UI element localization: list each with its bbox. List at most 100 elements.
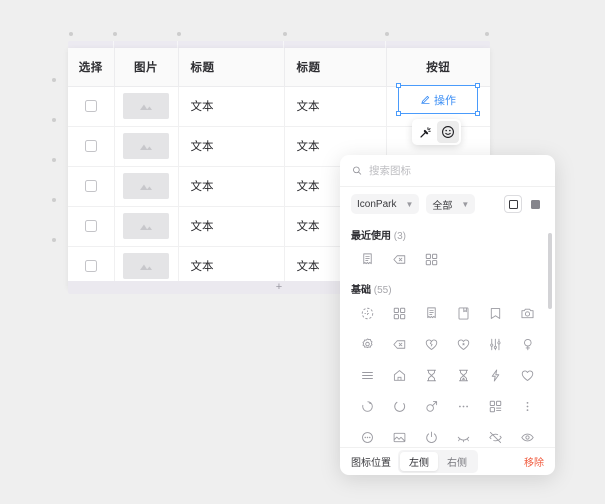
resize-handle-top-left[interactable] [396,83,401,88]
row-select-cell[interactable] [68,246,115,286]
search-icon [353,166,362,175]
column-header-title-2[interactable]: 标题 [284,48,387,87]
sliders-icon[interactable] [480,329,512,360]
document-icon[interactable] [415,298,447,329]
row-image-cell[interactable] [114,246,179,286]
ellipsis-icon[interactable] [448,391,480,422]
row-title-1[interactable]: 文本 [178,206,285,247]
canvas: 选择 图片 标题 标题 按钮 文本 文本 文本 文本 文本 文本 文本 文本 文… [0,0,605,504]
grid-icon[interactable] [383,298,415,329]
row-title-1[interactable]: 文本 [178,166,285,207]
resize-dot[interactable] [385,32,389,36]
resize-dot[interactable] [52,158,56,162]
basic-icons-grid [351,298,544,447]
icon-grid-scroll-area[interactable]: 最近使用 (3) 基础 (55) [340,221,555,447]
row-image-cell[interactable] [114,126,179,167]
row-checkbox[interactable] [84,179,97,192]
menu-icon[interactable] [351,360,383,391]
resize-handle-bottom-right[interactable] [475,111,480,116]
eye-closed-icon[interactable] [448,422,480,447]
document-icon[interactable] [351,244,383,275]
heart-star-icon[interactable] [448,329,480,360]
broken-heart-icon[interactable] [415,329,447,360]
column-header-title-1[interactable]: 标题 [178,48,285,87]
group-count: (3) [393,231,407,242]
lightning-icon[interactable] [480,360,512,391]
loading-arc-icon[interactable] [383,391,415,422]
resize-dot[interactable] [113,32,117,36]
icon-category-value: 全部 [432,200,453,212]
row-checkbox[interactable] [84,260,97,273]
resize-dot[interactable] [177,32,181,36]
plus-icon: + [275,281,283,293]
row-checkbox[interactable] [84,99,97,112]
resize-dot[interactable] [52,118,56,122]
row-title-1[interactable]: 文本 [178,86,285,127]
filled-style-toggle[interactable] [526,195,544,213]
group-title-text: 基础 [351,285,371,296]
row-select-cell[interactable] [68,166,115,207]
row-select-cell[interactable] [68,86,115,127]
position-left-option[interactable]: 左侧 [400,452,438,471]
row-title-1[interactable]: 文本 [178,126,285,167]
column-header-button[interactable]: 按钮 [386,48,490,87]
more-vertical-icon[interactable] [512,391,544,422]
book-icon[interactable] [448,298,480,329]
row-title-2[interactable]: 文本 [284,86,387,127]
magic-wand-icon[interactable] [414,121,436,143]
grid-icon[interactable] [415,244,447,275]
action-button-label: 操作 [434,94,456,107]
resize-dot[interactable] [52,238,56,242]
resize-dot[interactable] [52,78,56,82]
square-filled-icon [530,199,540,209]
scrollbar-thumb[interactable] [548,233,552,309]
position-right-option[interactable]: 右侧 [438,452,476,471]
hourglass-icon[interactable] [415,360,447,391]
resize-dot[interactable] [52,198,56,202]
row-checkbox[interactable] [84,139,97,152]
resize-dot[interactable] [485,32,489,36]
row-image-cell[interactable] [114,86,179,127]
eye-icon[interactable] [512,422,544,447]
column-header-image[interactable]: 图片 [114,48,179,87]
search-female-icon[interactable] [512,329,544,360]
icon-search-input[interactable] [369,164,543,177]
icon-category-select[interactable]: 全部 ▼ [426,194,476,214]
row-select-cell[interactable] [68,126,115,167]
remove-icon-button[interactable]: 移除 [524,454,544,469]
bookmark-icon[interactable] [480,298,512,329]
emoji-icon[interactable] [437,121,459,143]
icon-picker-footer: 图标位置 左侧 右侧 移除 [340,447,555,475]
row-checkbox[interactable] [84,219,97,232]
heart-icon[interactable] [512,360,544,391]
resize-dot[interactable] [283,32,287,36]
loading-icon[interactable] [351,391,383,422]
chat-bubble-icon[interactable] [351,422,383,447]
row-title-1[interactable]: 文本 [178,246,285,286]
backspace-icon[interactable] [383,244,415,275]
hourglass-end-icon[interactable] [448,360,480,391]
eye-off-icon[interactable] [480,422,512,447]
resize-dot[interactable] [69,32,73,36]
male-icon[interactable] [415,391,447,422]
backspace-icon[interactable] [383,329,415,360]
icon-library-select[interactable]: IconPark ▼ [351,194,420,214]
resize-handle-bottom-left[interactable] [396,111,401,116]
selected-action-button[interactable]: 操作 [396,83,480,116]
outline-style-toggle[interactable] [504,195,522,213]
group-title-recent: 最近使用 (3) [351,227,544,242]
qr-code-icon[interactable] [480,391,512,422]
home-icon[interactable] [383,360,415,391]
resize-handle-top-right[interactable] [475,83,480,88]
power-icon[interactable] [415,422,447,447]
recent-icons-grid [351,244,544,275]
row-select-cell[interactable] [68,206,115,247]
dashed-circle-icon[interactable] [351,298,383,329]
column-header-select[interactable]: 选择 [68,48,115,87]
image-icon[interactable] [383,422,415,447]
row-image-cell[interactable] [114,166,179,207]
camera-icon[interactable] [512,298,544,329]
row-image-cell[interactable] [114,206,179,247]
gear-icon[interactable] [351,329,383,360]
image-placeholder-icon [123,133,169,159]
